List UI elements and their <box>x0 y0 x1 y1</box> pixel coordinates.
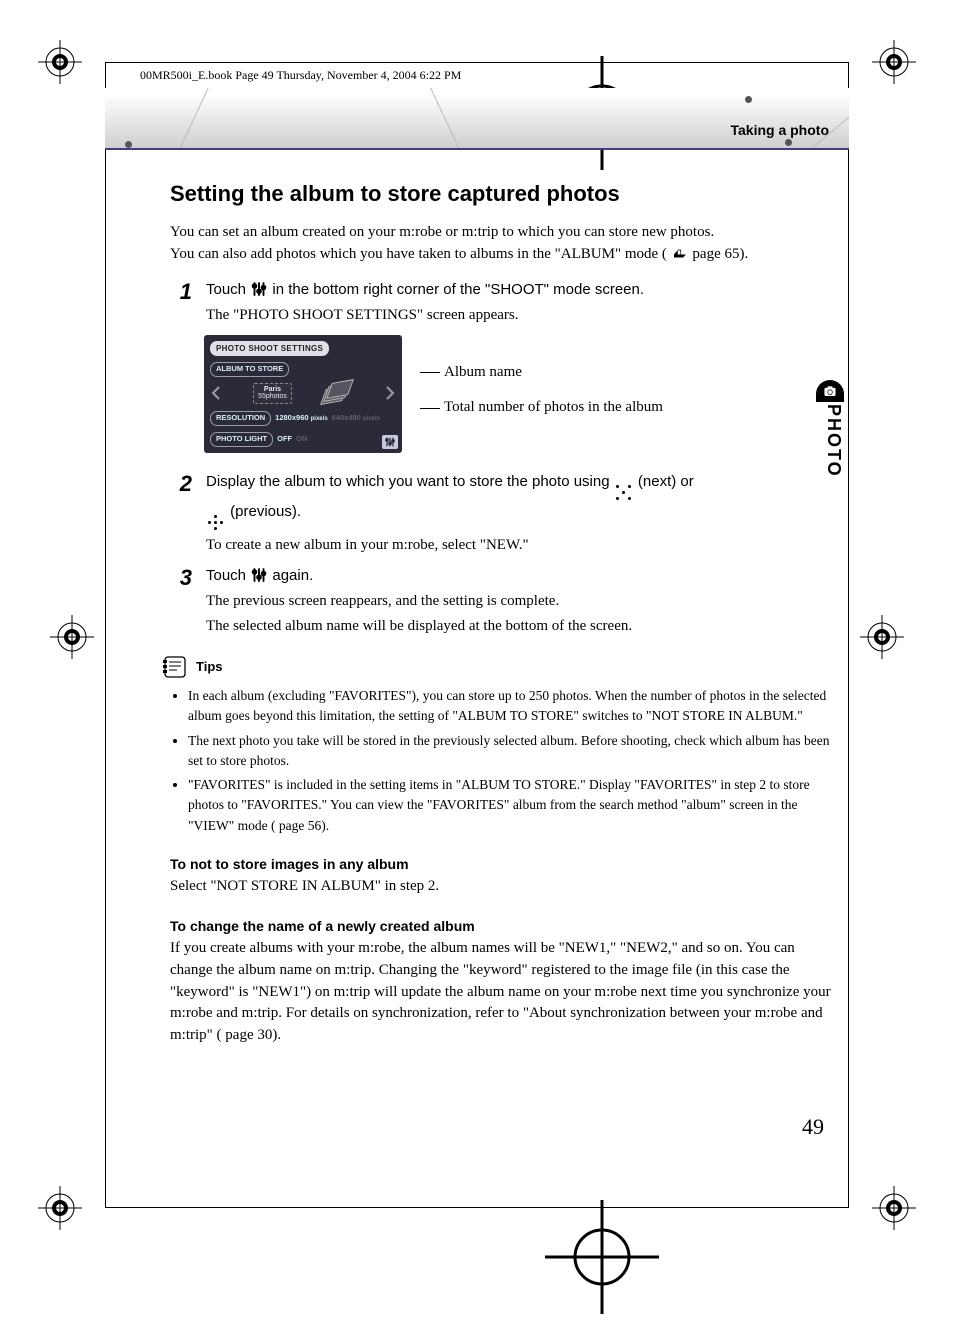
subsection-heading: To not to store images in any album <box>170 854 840 874</box>
tips-header: Tips <box>162 654 840 680</box>
step-number: 2 <box>170 473 192 557</box>
device-title: PHOTO SHOOT SETTINGS <box>210 341 329 357</box>
intro-text: You can set an album created on your m:r… <box>170 222 840 266</box>
subsection-text: If you create albums with your m:robe, t… <box>170 938 840 1047</box>
step-text: Display the album to which you want to s… <box>206 473 614 490</box>
device-album-label: ALBUM TO STORE <box>210 362 289 377</box>
step-2: 2 Display the album to which you want to… <box>170 471 840 557</box>
callout-album-name: Album name <box>420 362 663 384</box>
dots-next-icon <box>616 485 632 501</box>
step-text: (next) or <box>638 473 694 490</box>
registration-mark-icon <box>872 1186 916 1230</box>
subsection-heading: To change the name of a newly created al… <box>170 916 840 936</box>
device-resolution-label: RESOLUTION <box>210 411 271 426</box>
page-title: Setting the album to store captured phot… <box>170 178 840 210</box>
device-album-count: 55photos <box>258 393 287 401</box>
callout-total: Total number of photos in the album <box>420 397 663 419</box>
tips-list: In each album (excluding "FAVORITES"), y… <box>188 686 840 836</box>
tip-item: "FAVORITES" is included in the setting i… <box>188 775 840 836</box>
step-note: To create a new album in your m:robe, se… <box>206 535 840 557</box>
intro-line: You can also add photos which you have t… <box>170 246 667 262</box>
step-text: Touch <box>206 281 250 298</box>
registration-mark-icon <box>872 40 916 84</box>
intro-line: page 65). <box>692 246 748 262</box>
step-1: 1 Touch in the bottom right corner of th… <box>170 279 840 327</box>
step-text: in the bottom right corner of the "SHOOT… <box>272 281 644 298</box>
step-text: again. <box>272 567 313 584</box>
sliders-icon <box>382 435 398 449</box>
registration-mark-icon <box>38 40 82 84</box>
tip-item: The next photo you take will be stored i… <box>188 731 840 772</box>
device-album-name: Paris <box>258 386 287 394</box>
step-note: The selected album name will be displaye… <box>206 616 840 638</box>
step-text: (previous). <box>230 503 301 520</box>
registration-mark-icon <box>860 615 904 659</box>
photo-stack-icon <box>323 381 353 405</box>
intro-line: You can set an album created on your m:r… <box>170 224 714 240</box>
center-mark-icon <box>452 1182 502 1232</box>
arrow-left-icon <box>210 385 222 401</box>
step-number: 3 <box>170 567 192 638</box>
figure-callouts: Album name Total number of photos in the… <box>420 335 663 453</box>
hand-pointer-icon <box>671 244 689 262</box>
dots-prev-icon <box>208 515 224 531</box>
sliders-icon <box>250 566 268 584</box>
crop-line <box>848 62 849 1208</box>
step-text: Touch <box>206 567 250 584</box>
device-screen: PHOTO SHOOT SETTINGS ALBUM TO STORE Pari… <box>204 335 402 453</box>
step-note: The previous screen reappears, and the s… <box>206 591 840 613</box>
step-note: The "PHOTO SHOOT SETTINGS" screen appear… <box>206 305 840 327</box>
page-number: 49 <box>802 1114 824 1140</box>
device-figure: PHOTO SHOOT SETTINGS ALBUM TO STORE Pari… <box>204 335 840 453</box>
step-number: 1 <box>170 281 192 327</box>
registration-mark-icon <box>38 1186 82 1230</box>
registration-mark-icon <box>50 615 94 659</box>
device-light-off: OFF <box>277 434 292 445</box>
device-resolution-alt: 640x480 pixels <box>332 413 380 424</box>
tips-label: Tips <box>196 658 223 677</box>
section-title: Taking a photo <box>730 122 829 138</box>
sliders-icon <box>250 280 268 298</box>
device-light-on: ON <box>296 434 307 445</box>
arrow-right-icon <box>384 385 396 401</box>
device-light-label: PHOTO LIGHT <box>210 432 273 447</box>
device-album-card: Paris 55photos <box>253 383 292 404</box>
tip-item: In each album (excluding "FAVORITES"), y… <box>188 686 840 727</box>
book-metadata-line: 00MR500i_E.book Page 49 Thursday, Novemb… <box>140 68 461 83</box>
crop-line <box>105 62 106 1208</box>
notes-icon <box>162 654 188 680</box>
device-resolution-selected: 1280x960 pixels <box>275 413 327 424</box>
page-content: Setting the album to store captured phot… <box>170 178 840 1047</box>
subsection-text: Select "NOT STORE IN ALBUM" in step 2. <box>170 876 840 898</box>
step-3: 3 Touch again. The previous screen reapp… <box>170 565 840 638</box>
header-bar: Taking a photo <box>105 88 849 150</box>
